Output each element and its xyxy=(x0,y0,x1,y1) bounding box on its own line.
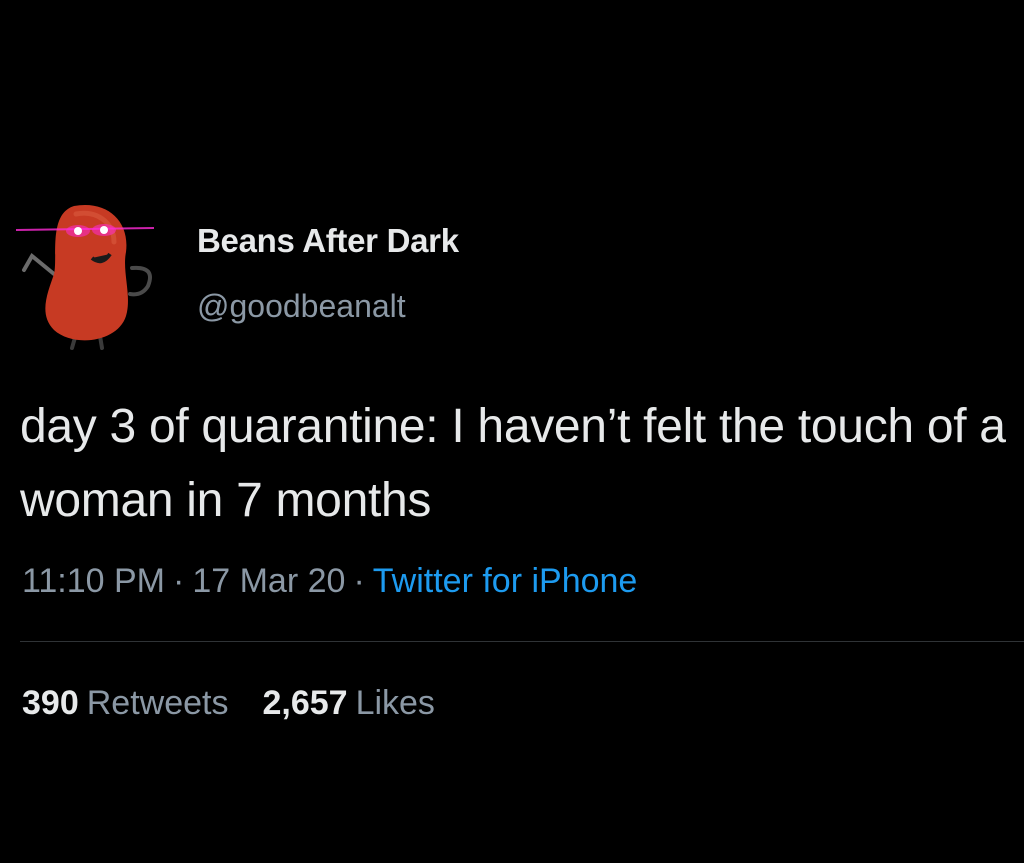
avatar[interactable] xyxy=(14,196,164,356)
tweet-date[interactable]: 17 Mar 20 xyxy=(192,562,345,600)
bean-mascot-icon xyxy=(15,204,155,350)
tweet-stats: 390 Retweets 2,657 Likes xyxy=(22,684,435,723)
tweet-time[interactable]: 11:10 PM xyxy=(22,562,165,600)
tweet-text: day 3 of quarantine: I haven’t felt the … xyxy=(20,400,1006,527)
likes-count: 2,657 xyxy=(262,684,348,722)
likes-stat[interactable]: 2,657 Likes xyxy=(262,684,434,722)
retweets-count: 390 xyxy=(22,684,79,722)
author-handle[interactable]: @goodbeanalt xyxy=(197,288,406,325)
retweets-label: Retweets xyxy=(86,684,229,722)
author-display-name[interactable]: Beans After Dark xyxy=(197,222,459,260)
meta-separator: · xyxy=(173,562,185,600)
tweet-meta: 11:10 PM · 17 Mar 20 · Twitter for iPhone xyxy=(22,562,637,601)
meta-separator: · xyxy=(353,562,365,600)
likes-label: Likes xyxy=(355,684,435,722)
divider xyxy=(20,641,1024,642)
tweet-source-link[interactable]: Twitter for iPhone xyxy=(373,562,638,600)
retweets-stat[interactable]: 390 Retweets xyxy=(22,684,228,722)
tweet-detail: Beans After Dark @goodbeanalt day 3 of q… xyxy=(0,0,1024,863)
